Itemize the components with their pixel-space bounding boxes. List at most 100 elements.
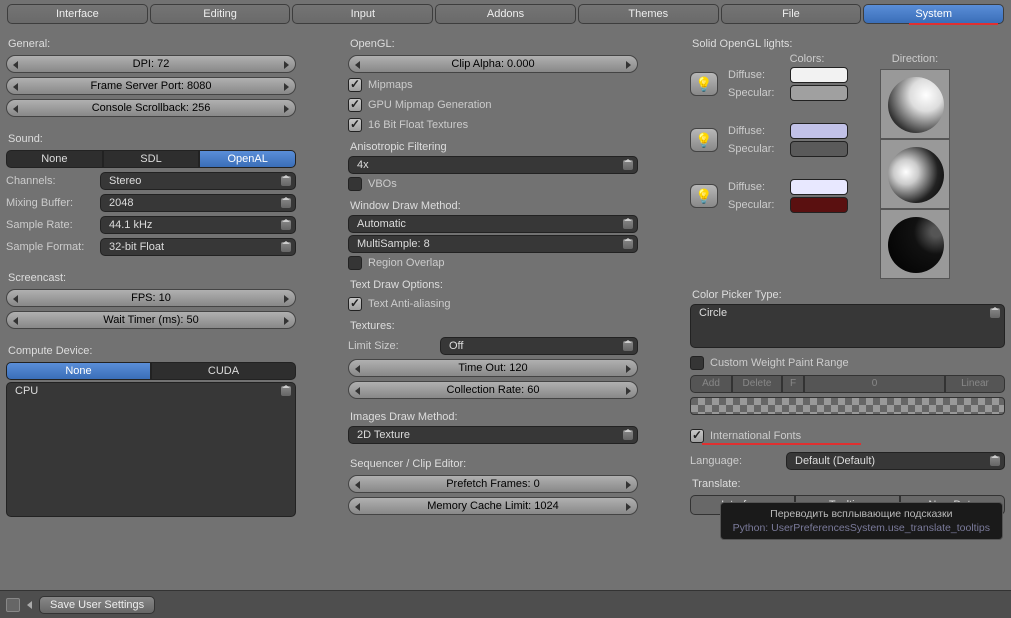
vbos-label: VBOs xyxy=(368,178,397,190)
channels-select[interactable]: Stereo xyxy=(100,172,296,190)
sound-openal[interactable]: OpenAL xyxy=(199,150,296,168)
opengl-heading: OpenGL: xyxy=(350,38,638,50)
sound-sdl[interactable]: SDL xyxy=(103,150,200,168)
tooltip: Переводить всплывающие подсказки Python:… xyxy=(720,502,1003,540)
weight-f-button[interactable]: F xyxy=(782,375,804,393)
compute-none[interactable]: None xyxy=(6,362,151,380)
tab-file[interactable]: File xyxy=(721,4,862,24)
gpu-mipmap-checkbox[interactable] xyxy=(348,98,362,112)
international-fonts-label: International Fonts xyxy=(710,430,801,442)
vbos-checkbox[interactable] xyxy=(348,177,362,191)
light-1-diffuse-swatch[interactable] xyxy=(790,67,848,83)
sample-format-select[interactable]: 32-bit Float xyxy=(100,238,296,256)
weight-linear-select[interactable]: Linear xyxy=(945,375,1005,393)
sound-heading: Sound: xyxy=(8,133,296,145)
weight-number-field[interactable]: 0 xyxy=(804,375,945,393)
light-3-diffuse-swatch[interactable] xyxy=(790,179,848,195)
16bit-float-checkbox[interactable] xyxy=(348,118,362,132)
timeout-field[interactable]: Time Out: 120 xyxy=(348,359,638,377)
color-picker-heading: Color Picker Type: xyxy=(692,289,1005,301)
limit-size-select[interactable]: Off xyxy=(440,337,638,355)
light-2-diffuse-swatch[interactable] xyxy=(790,123,848,139)
wait-timer-field[interactable]: Wait Timer (ms): 50 xyxy=(6,311,296,329)
translate-heading: Translate: xyxy=(692,478,1005,490)
sample-format-label: Sample Format: xyxy=(6,241,94,253)
weight-add-button[interactable]: Add xyxy=(690,375,732,393)
sound-none[interactable]: None xyxy=(6,150,103,168)
light-3-specular-swatch[interactable] xyxy=(790,197,848,213)
tab-themes[interactable]: Themes xyxy=(578,4,719,24)
mipmaps-checkbox[interactable] xyxy=(348,78,362,92)
textures-heading: Textures: xyxy=(350,320,638,332)
save-user-settings-button[interactable]: Save User Settings xyxy=(39,596,155,614)
tooltip-line1: Переводить всплывающие подсказки xyxy=(733,508,990,520)
weight-delete-button[interactable]: Delete xyxy=(732,375,782,393)
16bit-float-label: 16 Bit Float Textures xyxy=(368,119,468,131)
compute-cuda[interactable]: CUDA xyxy=(151,362,296,380)
gpu-mipmap-label: GPU Mipmap Generation xyxy=(368,99,492,111)
tab-system[interactable]: System xyxy=(863,4,1004,24)
custom-weight-paint-label: Custom Weight Paint Range xyxy=(710,357,849,369)
tab-input[interactable]: Input xyxy=(292,4,433,24)
text-aa-label: Text Anti-aliasing xyxy=(368,298,451,310)
compute-device-select[interactable]: CPU xyxy=(6,382,296,517)
text-aa-checkbox[interactable] xyxy=(348,297,362,311)
idm-heading: Images Draw Method: xyxy=(350,411,638,423)
tab-addons[interactable]: Addons xyxy=(435,4,576,24)
sequencer-heading: Sequencer / Clip Editor: xyxy=(350,458,638,470)
tab-editing[interactable]: Editing xyxy=(150,4,291,24)
aniso-heading: Anisotropic Filtering xyxy=(350,141,638,153)
light-3-toggle[interactable]: 💡 xyxy=(690,184,718,208)
mixing-buffer-label: Mixing Buffer: xyxy=(6,197,94,209)
tab-interface[interactable]: Interface xyxy=(7,4,148,24)
light-3-diffuse-label: Diffuse: xyxy=(728,181,784,193)
light-1-diffuse-label: Diffuse: xyxy=(728,69,784,81)
light-1-specular-label: Specular: xyxy=(728,87,784,99)
fps-field[interactable]: FPS: 10 xyxy=(6,289,296,307)
editor-type-icon[interactable] xyxy=(6,598,20,612)
international-fonts-checkbox[interactable] xyxy=(690,429,704,443)
bulb-icon: 💡 xyxy=(695,76,712,93)
region-overlap-checkbox[interactable] xyxy=(348,256,362,270)
multisample-select[interactable]: MultiSample: 8 xyxy=(348,235,638,253)
region-overlap-label: Region Overlap xyxy=(368,257,444,269)
mipmaps-label: Mipmaps xyxy=(368,79,413,91)
custom-weight-paint-checkbox[interactable] xyxy=(690,356,704,370)
light-1-direction[interactable] xyxy=(880,69,950,139)
prefetch-frames-field[interactable]: Prefetch Frames: 0 xyxy=(348,475,638,493)
frame-server-port-field[interactable]: Frame Server Port: 8080 xyxy=(6,77,296,95)
memory-cache-field[interactable]: Memory Cache Limit: 1024 xyxy=(348,497,638,515)
color-picker-select[interactable]: Circle xyxy=(690,304,1005,348)
light-1-toggle[interactable]: 💡 xyxy=(690,72,718,96)
colors-label: Colors: xyxy=(734,53,880,65)
dpi-field[interactable]: DPI: 72 xyxy=(6,55,296,73)
mixing-buffer-select[interactable]: 2048 xyxy=(100,194,296,212)
bulb-icon: 💡 xyxy=(695,132,712,149)
light-2-specular-label: Specular: xyxy=(728,143,784,155)
tooltip-line2: Python: UserPreferencesSystem.use_transl… xyxy=(733,522,990,534)
light-2-toggle[interactable]: 💡 xyxy=(690,128,718,152)
direction-label: Direction: xyxy=(880,53,950,65)
compute-device-heading: Compute Device: xyxy=(8,345,296,357)
light-1-specular-swatch[interactable] xyxy=(790,85,848,101)
general-heading: General: xyxy=(8,38,296,50)
channels-label: Channels: xyxy=(6,175,94,187)
language-select[interactable]: Default (Default) xyxy=(786,452,1005,470)
idm-select[interactable]: 2D Texture xyxy=(348,426,638,444)
clip-alpha-field[interactable]: Clip Alpha: 0.000 xyxy=(348,55,638,73)
screencast-heading: Screencast: xyxy=(8,272,296,284)
collapse-icon[interactable] xyxy=(27,601,32,609)
console-scrollback-field[interactable]: Console Scrollback: 256 xyxy=(6,99,296,117)
aniso-select[interactable]: 4x xyxy=(348,156,638,174)
light-3-direction[interactable] xyxy=(880,209,950,279)
light-2-direction[interactable] xyxy=(880,139,950,209)
wdm-select[interactable]: Automatic xyxy=(348,215,638,233)
collection-rate-field[interactable]: Collection Rate: 60 xyxy=(348,381,638,399)
light-2-diffuse-label: Diffuse: xyxy=(728,125,784,137)
light-2-specular-swatch[interactable] xyxy=(790,141,848,157)
weight-gradient[interactable] xyxy=(690,397,1005,415)
lights-heading: Solid OpenGL lights: xyxy=(692,38,1005,50)
sample-rate-select[interactable]: 44.1 kHz xyxy=(100,216,296,234)
language-label: Language: xyxy=(690,455,780,467)
limit-size-label: Limit Size: xyxy=(348,340,434,352)
